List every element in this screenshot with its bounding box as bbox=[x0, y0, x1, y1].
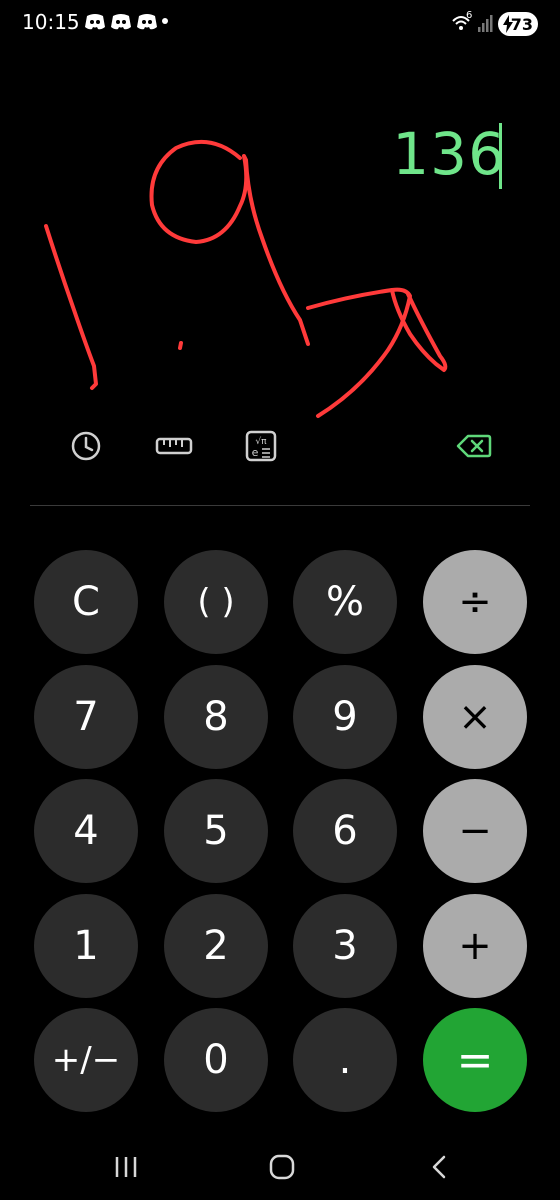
text-cursor bbox=[499, 123, 502, 189]
scientific-mode-icon[interactable]: √π e bbox=[243, 428, 279, 464]
battery-level: 73 bbox=[510, 14, 533, 34]
signal-icon bbox=[478, 15, 493, 32]
backspace-icon[interactable] bbox=[456, 428, 492, 464]
subtract-button[interactable]: − bbox=[423, 779, 527, 883]
plus-minus-button[interactable]: +/− bbox=[34, 1008, 138, 1112]
history-icon[interactable] bbox=[68, 428, 104, 464]
digit-3-button[interactable]: 3 bbox=[293, 894, 397, 998]
display-divider bbox=[30, 505, 530, 506]
home-icon[interactable] bbox=[268, 1150, 296, 1184]
digit-0-button[interactable]: 0 bbox=[164, 1008, 268, 1112]
digit-2-button[interactable]: 2 bbox=[164, 894, 268, 998]
unit-converter-icon[interactable] bbox=[155, 428, 193, 464]
notification-dot bbox=[162, 18, 168, 24]
multiply-button[interactable]: × bbox=[423, 665, 527, 769]
decimal-button[interactable]: . bbox=[293, 1008, 397, 1112]
equals-button[interactable]: = bbox=[423, 1008, 527, 1112]
recent-apps-icon[interactable] bbox=[112, 1150, 140, 1184]
digit-5-button[interactable]: 5 bbox=[164, 779, 268, 883]
status-time: 10:15 bbox=[22, 10, 80, 34]
clear-button[interactable]: C bbox=[34, 550, 138, 654]
status-bar: 10:15 6 73 bbox=[0, 0, 560, 48]
add-button[interactable]: + bbox=[423, 894, 527, 998]
digit-9-button[interactable]: 9 bbox=[293, 665, 397, 769]
digit-1-button[interactable]: 1 bbox=[34, 894, 138, 998]
digit-6-button[interactable]: 6 bbox=[293, 779, 397, 883]
back-icon[interactable] bbox=[426, 1150, 454, 1184]
svg-text:e: e bbox=[252, 446, 259, 459]
discord-icon bbox=[111, 14, 131, 30]
battery-indicator: 73 bbox=[498, 12, 538, 36]
result-text: 136 bbox=[392, 120, 506, 188]
charging-bolt-icon bbox=[503, 15, 513, 33]
digit-7-button[interactable]: 7 bbox=[34, 665, 138, 769]
wifi-label: 6 bbox=[466, 10, 473, 21]
discord-icon bbox=[85, 14, 105, 30]
discord-icon bbox=[137, 14, 157, 30]
parentheses-button[interactable]: ( ) bbox=[164, 550, 268, 654]
divide-button[interactable]: ÷ bbox=[423, 550, 527, 654]
digit-4-button[interactable]: 4 bbox=[34, 779, 138, 883]
digit-8-button[interactable]: 8 bbox=[164, 665, 268, 769]
percent-button[interactable]: % bbox=[293, 550, 397, 654]
